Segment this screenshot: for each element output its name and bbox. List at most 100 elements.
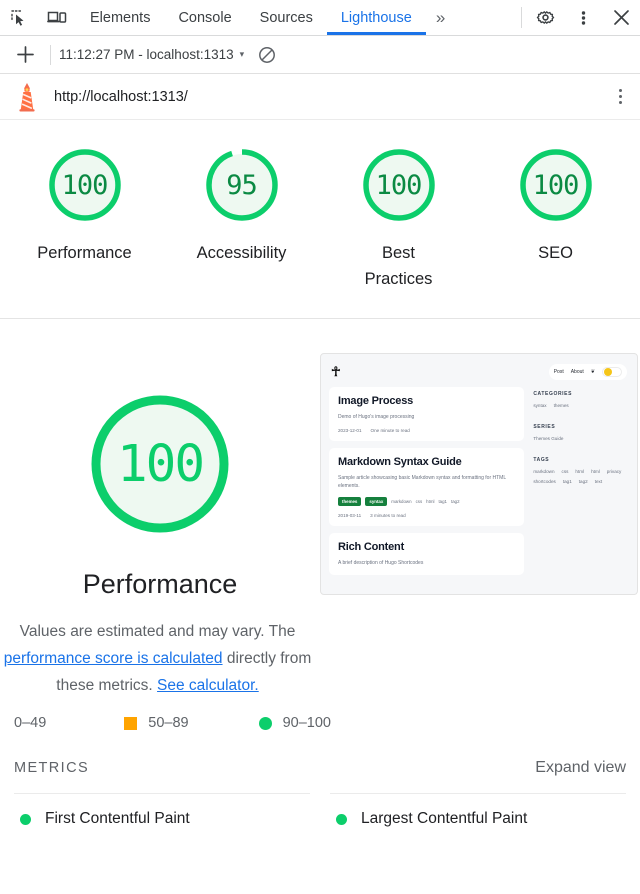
scale-pass: 90–100 <box>258 715 331 731</box>
metrics-heading: METRICS <box>14 760 90 776</box>
device-toolbar-icon[interactable] <box>38 0 76 35</box>
metrics-grid: First Contentful Paint Largest Contentfu… <box>0 793 640 838</box>
sidebar-value: text <box>594 479 603 484</box>
score-gauge-accessibility[interactable]: 95 Accessibility <box>178 142 306 266</box>
inspect-element-icon[interactable] <box>0 0 38 35</box>
performance-big-gauge: 100 <box>79 383 241 545</box>
report-url: http://localhost:1313/ <box>54 88 188 105</box>
see-calculator-link[interactable]: See calculator. <box>157 677 259 694</box>
score-scale-legend: 0–49 50–89 90–100 <box>0 699 640 745</box>
final-screenshot-panel: ☥ Post About ❦ Image Process Demo of Hug… <box>320 345 640 699</box>
post-title: Rich Content <box>338 541 405 553</box>
score-gauge-best-practices[interactable]: 100 Best Practices <box>335 142 463 292</box>
translate-icon: ❦ <box>590 369 595 375</box>
sidebar-group-categories: CATEGORIES syntax themes <box>533 391 629 408</box>
scale-average-label: 50–89 <box>148 715 189 731</box>
gauge-label-best-practices: Best Practices <box>364 244 433 288</box>
clear-icon[interactable] <box>258 46 276 64</box>
perf-desc-text-1: Values are estimated and may vary. The <box>19 623 296 640</box>
scale-average: 50–89 <box>124 715 189 731</box>
circle-icon <box>258 716 272 730</box>
sidebar-group-tags: TAGS markdown css html html privacy shor… <box>533 457 629 484</box>
metric-largest-contentful-paint[interactable]: Largest Contentful Paint <box>330 794 626 838</box>
post-badge: themes <box>338 497 362 506</box>
screenshot-post-card: Image Process Demo of Hugo's image proce… <box>329 387 525 441</box>
sidebar-values: markdown css html html privacy shortcode… <box>533 469 629 484</box>
gauge-label-accessibility: Accessibility <box>196 244 287 262</box>
screenshot-post-card: Markdown Syntax Guide Sample article sho… <box>329 448 525 526</box>
post-date: 2019-03-11 <box>338 513 362 518</box>
metric-label: First Contentful Paint <box>45 810 190 827</box>
close-icon[interactable] <box>602 0 640 35</box>
expand-view-button[interactable]: Expand view <box>535 759 626 777</box>
category-scores: 100 Performance 95 Accessibility 100 Bes… <box>0 120 640 319</box>
sidebar-value: syntax <box>533 403 547 408</box>
tab-console[interactable]: Console <box>164 0 245 35</box>
sidebar-value: html <box>591 469 600 474</box>
metrics-column-right: Largest Contentful Paint <box>330 793 626 838</box>
devtools-tabbar: Elements Console Sources Lighthouse » <box>0 0 640 36</box>
gauge-value-best-practices: 100 <box>375 169 423 201</box>
chevron-down-icon: ▾ <box>239 49 245 59</box>
gauge-ring-best-practices: 100 <box>356 142 442 228</box>
screenshot-navbar: ☥ Post About ❦ <box>329 361 629 383</box>
screenshot-nav-links: Post About ❦ <box>548 364 627 380</box>
metric-first-contentful-paint[interactable]: First Contentful Paint <box>14 794 310 838</box>
metrics-column-left: First Contentful Paint <box>14 793 310 838</box>
post-tags: themes syntax markdown css html tag1 tag… <box>338 497 515 506</box>
gauge-ring-performance: 100 <box>42 142 128 228</box>
score-gauge-seo[interactable]: 100 SEO <box>492 142 620 266</box>
sidebar-values: Themes Guide <box>533 436 629 441</box>
gauge-label-seo: SEO <box>538 244 573 262</box>
sidebar-value: html <box>575 469 585 474</box>
tab-sources[interactable]: Sources <box>246 0 327 35</box>
tab-lighthouse[interactable]: Lighthouse <box>326 0 426 35</box>
sidebar-value: tag2 <box>578 479 588 484</box>
status-dot-icon <box>336 813 347 825</box>
post-readtime: One minute to read <box>370 428 410 433</box>
performance-summary: 100 Performance Values are estimated and… <box>0 345 320 699</box>
post-tag: tag2 <box>451 499 460 504</box>
screenshot-content: ☥ Post About ❦ Image Process Demo of Hug… <box>321 354 637 589</box>
post-summary: Demo of Hugo's image processing <box>338 414 415 420</box>
sidebar-group-series: SERIES Themes Guide <box>533 424 629 441</box>
performance-score-calc-link[interactable]: performance score is calculated <box>4 650 223 667</box>
sidebar-heading: CATEGORIES <box>533 391 573 397</box>
gauge-ring-seo: 100 <box>513 142 599 228</box>
report-selector[interactable]: 11:12:27 PM - localhost:1313 ▾ <box>59 47 244 62</box>
screenshot-post-list: Image Process Demo of Hugo's image proce… <box>329 387 525 582</box>
kebab-menu-icon[interactable] <box>564 0 602 35</box>
performance-title: Performance <box>82 569 238 599</box>
post-tag: html <box>426 499 435 504</box>
metric-label: Largest Contentful Paint <box>361 810 528 827</box>
post-title: Image Process <box>338 395 414 407</box>
score-gauge-performance[interactable]: 100 Performance <box>21 142 149 266</box>
toolbar-divider <box>521 7 522 28</box>
scale-pass-label: 90–100 <box>282 715 331 731</box>
sidebar-heading: SERIES <box>533 424 556 430</box>
gear-icon[interactable] <box>526 0 564 35</box>
screenshot-nav-about: About <box>570 369 584 375</box>
screenshot-body: Image Process Demo of Hugo's image proce… <box>329 387 629 582</box>
gauge-value-seo: 100 <box>532 169 580 201</box>
sidebar-value: markdown <box>533 469 555 474</box>
post-readtime: 3 minutes to read <box>370 513 406 518</box>
sidebar-value: tag1 <box>562 479 572 484</box>
performance-description: Values are estimated and may vary. The p… <box>0 618 323 699</box>
runbar-divider <box>50 44 51 65</box>
lighthouse-run-bar: 11:12:27 PM - localhost:1313 ▾ <box>0 36 640 74</box>
theme-toggle-icon <box>602 367 622 377</box>
tab-elements[interactable]: Elements <box>76 0 164 35</box>
lighthouse-logo <box>14 82 40 112</box>
more-tabs-icon[interactable]: » <box>426 0 455 35</box>
post-tag: tag1 <box>438 499 447 504</box>
report-menu-icon[interactable] <box>615 85 626 108</box>
new-report-button[interactable] <box>8 40 42 70</box>
report-url-header: http://localhost:1313/ <box>0 74 640 120</box>
post-summary: Sample article showcasing basic Markdown… <box>338 475 506 489</box>
report-selector-label: 11:12:27 PM - localhost:1313 <box>59 47 234 62</box>
post-badge: syntax <box>365 497 388 506</box>
post-summary: A brief description of Hugo Shortcodes <box>338 560 424 566</box>
post-tag: css <box>415 499 423 504</box>
sidebar-values: syntax themes <box>533 403 629 408</box>
